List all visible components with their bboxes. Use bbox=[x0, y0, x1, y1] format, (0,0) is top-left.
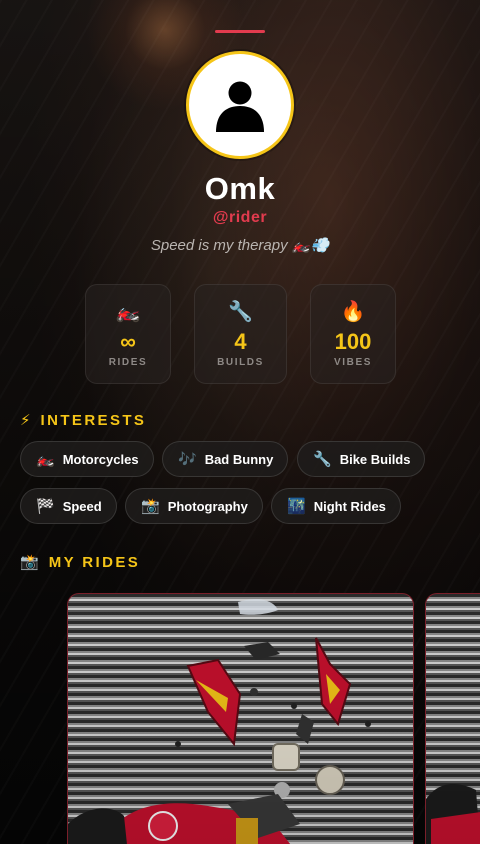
interests-heading: ⚡ INTERESTS bbox=[20, 411, 146, 429]
stat-label-vibes: VIBES bbox=[333, 357, 372, 368]
wrench-icon: 🔧 bbox=[313, 451, 332, 468]
profile-name: Omk bbox=[204, 171, 276, 206]
rides-title: MY RIDES bbox=[48, 554, 141, 571]
photo-overlay bbox=[68, 594, 413, 844]
night-city-icon: 🌃 bbox=[287, 498, 306, 515]
rides-heading: 📸 MY RIDES bbox=[20, 553, 140, 571]
stat-card-vibes[interactable]: 🔥 100 VIBES bbox=[310, 284, 396, 384]
checkered-flag-icon: 🏁 bbox=[36, 498, 55, 515]
profile-screen: Omk @rider Speed is my therapy 🏍️💨 🏍️ ∞ … bbox=[0, 0, 480, 844]
interests-title: INTERESTS bbox=[40, 412, 147, 429]
drag-handle[interactable] bbox=[215, 30, 265, 33]
chip-label: Bad Bunny bbox=[204, 451, 274, 467]
stat-value-vibes: 100 bbox=[334, 329, 372, 354]
fire-icon: 🔥 bbox=[340, 301, 366, 323]
wrench-icon: 🔧 bbox=[228, 301, 253, 323]
stat-label-rides: RIDES bbox=[108, 357, 148, 368]
avatar[interactable] bbox=[186, 51, 294, 159]
stat-value-builds: 4 bbox=[234, 329, 247, 354]
interest-chip-bad-bunny[interactable]: 🎶 Bad Bunny bbox=[162, 441, 289, 477]
chip-label: Photography bbox=[167, 498, 248, 514]
photo-overlay bbox=[426, 594, 480, 844]
profile-handle[interactable]: @rider bbox=[0, 209, 480, 227]
stat-card-rides[interactable]: 🏍️ ∞ RIDES bbox=[85, 284, 171, 384]
stat-card-builds[interactable]: 🔧 4 BUILDS bbox=[194, 284, 287, 384]
camera-flash-icon: 📸 bbox=[20, 554, 39, 571]
ride-photo-card-next[interactable] bbox=[425, 593, 480, 844]
interest-chip-photography[interactable]: 📸 Photography bbox=[125, 488, 263, 524]
camera-flash-icon: 📸 bbox=[141, 498, 160, 515]
motorcycle-icon: 🏍️ bbox=[36, 451, 55, 468]
stat-label-builds: BUILDS bbox=[217, 357, 264, 368]
chip-label: Bike Builds bbox=[339, 451, 411, 467]
interest-chip-speed[interactable]: 🏁 Speed bbox=[20, 488, 117, 524]
chip-label: Speed bbox=[62, 498, 102, 514]
lightning-icon: ⚡ bbox=[20, 412, 31, 429]
profile-bio: Speed is my therapy 🏍️💨 bbox=[150, 237, 330, 254]
chip-label: Motorcycles bbox=[62, 451, 139, 467]
stat-value-rides: ∞ bbox=[120, 329, 136, 354]
ride-photo-card[interactable] bbox=[67, 593, 414, 844]
interest-chip-bike-builds[interactable]: 🔧 Bike Builds bbox=[297, 441, 426, 477]
chip-label: Night Rides bbox=[313, 498, 386, 514]
user-silhouette-icon bbox=[216, 81, 264, 132]
interest-chip-night-rides[interactable]: 🌃 Night Rides bbox=[271, 488, 401, 524]
motorcycle-icon: 🏍️ bbox=[115, 301, 141, 323]
music-notes-icon: 🎶 bbox=[178, 451, 197, 468]
interest-chip-motorcycles[interactable]: 🏍️ Motorcycles bbox=[20, 441, 154, 477]
